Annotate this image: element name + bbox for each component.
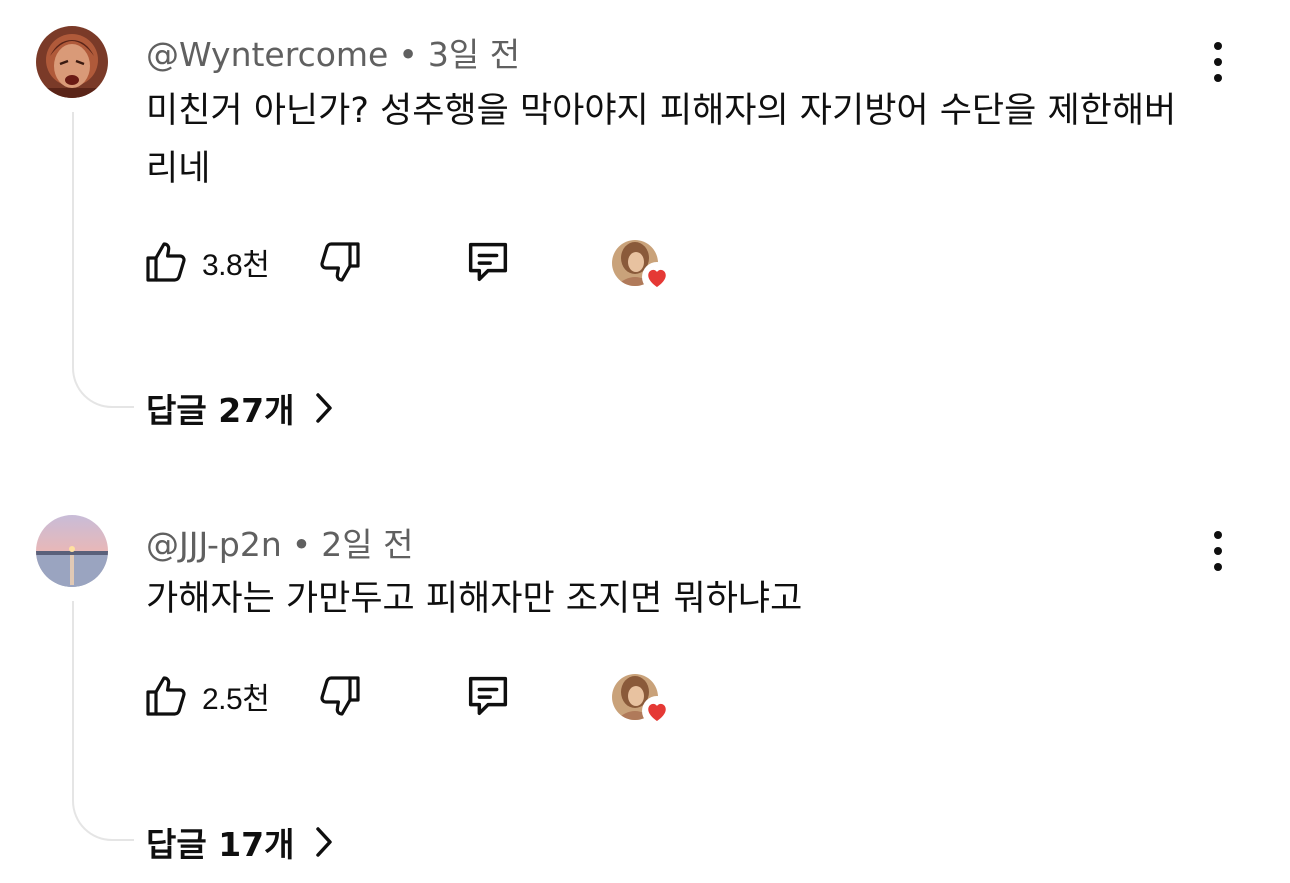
comment-icon (468, 676, 508, 716)
author-avatar[interactable] (36, 515, 108, 587)
author-avatar[interactable] (36, 26, 108, 98)
heart-icon (642, 262, 672, 292)
view-replies-button[interactable]: 답글 17개 (146, 818, 335, 866)
reply-button[interactable] (462, 668, 514, 724)
replies-label: 답글 27개 (146, 391, 295, 430)
thumbs-up-icon (146, 242, 186, 282)
replies-label: 답글 17개 (146, 825, 295, 864)
thumbs-down-icon (320, 242, 360, 282)
heart-icon (642, 696, 672, 726)
thread-line (72, 112, 134, 408)
meta-separator: • (398, 35, 418, 74)
like-count: 3.8천 (202, 249, 270, 282)
meta-separator: • (291, 525, 312, 564)
like-count: 2.5천 (202, 683, 270, 716)
comment-icon (468, 242, 508, 282)
comment-text: 미친거 아닌가? 성추행을 막아야지 피해자의 자기방어 수단을 제한해버리네 (146, 91, 1177, 189)
comment-time: 3일 전 (427, 35, 521, 74)
dislike-button[interactable] (316, 234, 364, 290)
thread-line (72, 601, 134, 841)
dislike-button[interactable] (316, 668, 364, 724)
like-button[interactable]: 3.8천 (142, 234, 270, 290)
more-options-button[interactable] (1206, 531, 1230, 571)
comment-actions: 3.8천 (142, 234, 742, 292)
thumbs-down-icon (320, 676, 360, 716)
comment-actions: 2.5천 (142, 668, 742, 726)
like-button[interactable]: 2.5천 (142, 668, 270, 724)
view-replies-button[interactable]: 답글 27개 (146, 384, 335, 432)
chevron-right-icon (315, 827, 332, 857)
author-handle[interactable]: @JJJ-p2n (146, 525, 282, 564)
more-options-button[interactable] (1206, 42, 1230, 82)
reply-button[interactable] (462, 234, 514, 290)
comment-meta: @Wyntercome • 3일 전 (146, 28, 520, 76)
chevron-right-icon (315, 393, 332, 423)
comment-meta: @JJJ-p2n • 2일 전 (146, 518, 413, 566)
comment-text: 가해자는 가만두고 피해자만 조지면 뭐하냐고 (146, 579, 803, 619)
thumbs-up-icon (146, 676, 186, 716)
author-handle[interactable]: @Wyntercome (146, 35, 388, 74)
comment-time: 2일 전 (321, 525, 414, 564)
